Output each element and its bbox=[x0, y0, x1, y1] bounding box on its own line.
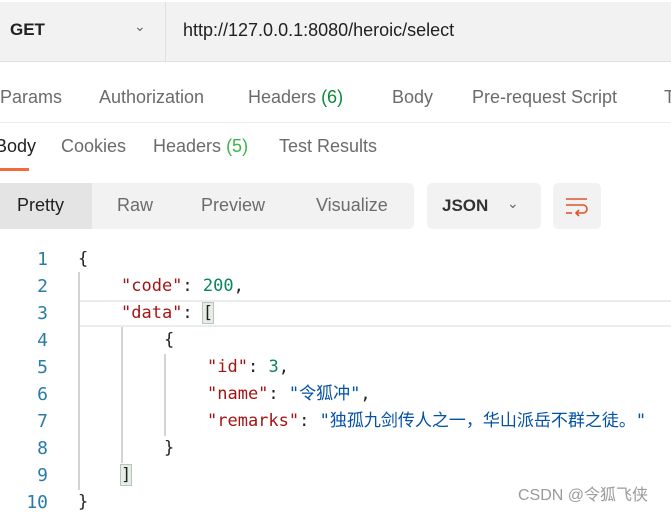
json-key: "code" bbox=[121, 276, 183, 296]
line-number: 5 bbox=[37, 357, 48, 378]
divider bbox=[165, 2, 166, 62]
response-tab-test-results[interactable]: Test Results bbox=[279, 136, 377, 157]
code-line: "id": 3, bbox=[207, 354, 289, 381]
json-punctuation: { bbox=[78, 249, 89, 269]
json-punctuation: , bbox=[278, 357, 289, 377]
method-select[interactable]: GET bbox=[10, 20, 45, 40]
tab-authorization[interactable]: Authorization bbox=[99, 87, 204, 108]
json-key: "id" bbox=[207, 357, 248, 377]
code-line: ] bbox=[119, 462, 133, 489]
code-line: } bbox=[78, 489, 88, 516]
json-number: 200 bbox=[202, 276, 234, 296]
json-punctuation: } bbox=[78, 492, 89, 512]
line-number: 4 bbox=[37, 330, 48, 351]
line-number: 7 bbox=[37, 411, 48, 432]
format-label: JSON bbox=[442, 196, 489, 215]
chevron-down-icon[interactable]: ⌄ bbox=[507, 195, 519, 212]
line-number: 9 bbox=[37, 465, 48, 486]
json-number: 3 bbox=[268, 357, 279, 377]
view-visualize-button[interactable]: Visualize bbox=[316, 195, 388, 216]
indent-guide bbox=[121, 327, 123, 463]
tab-label: Headers bbox=[153, 136, 222, 156]
divider bbox=[0, 122, 671, 123]
wrap-lines-icon bbox=[566, 198, 588, 217]
json-punctuation: ] bbox=[119, 464, 133, 486]
chevron-down-icon[interactable]: ⌄ bbox=[134, 18, 146, 35]
line-number: 3 bbox=[37, 303, 48, 324]
response-tab-cookies[interactable]: Cookies bbox=[61, 136, 126, 157]
json-string: "独孤九剑传人之一，华山派岳不群之徒。" bbox=[319, 411, 647, 431]
tab-params[interactable]: Params bbox=[0, 87, 62, 108]
tab-pre-request-script[interactable]: Pre-request Script bbox=[472, 87, 617, 108]
json-punctuation: } bbox=[164, 438, 175, 458]
json-punctuation: : bbox=[182, 303, 203, 323]
json-string: "令狐冲" bbox=[288, 384, 361, 404]
tab-tests[interactable]: T bbox=[664, 87, 671, 108]
response-tab-headers[interactable]: Headers (5) bbox=[153, 136, 248, 157]
headers-count: (6) bbox=[321, 87, 344, 107]
tab-body[interactable]: Body bbox=[392, 87, 433, 108]
line-number: 10 bbox=[26, 492, 48, 513]
code-line: { bbox=[78, 246, 88, 273]
tab-headers[interactable]: Headers (6) bbox=[248, 87, 343, 108]
active-tab-indicator bbox=[0, 168, 29, 171]
code-line: "code": 200, bbox=[121, 273, 244, 300]
json-key: "remarks" bbox=[207, 411, 300, 431]
response-tab-body[interactable]: Body bbox=[0, 136, 36, 157]
json-key: "data" bbox=[121, 303, 183, 323]
json-punctuation: { bbox=[164, 330, 175, 350]
json-punctuation: [ bbox=[201, 302, 215, 324]
code-line: { bbox=[164, 327, 174, 354]
code-line: "data": [ bbox=[121, 300, 215, 327]
json-punctuation: : bbox=[299, 411, 320, 431]
json-key: "name" bbox=[207, 384, 269, 404]
json-punctuation: , bbox=[360, 384, 371, 404]
json-punctuation: : bbox=[182, 276, 203, 296]
code-line: "name": "令狐冲", bbox=[207, 381, 371, 408]
json-punctuation: : bbox=[268, 384, 289, 404]
json-punctuation: : bbox=[247, 357, 269, 377]
url-input[interactable]: http://127.0.0.1:8080/heroic/select bbox=[183, 20, 454, 41]
json-punctuation: , bbox=[233, 276, 244, 296]
indent-guide bbox=[164, 354, 166, 436]
code-line: } bbox=[164, 435, 174, 462]
line-number: 1 bbox=[37, 249, 48, 270]
tab-label: Headers bbox=[248, 87, 317, 107]
watermark: CSDN @令狐飞侠 bbox=[518, 487, 649, 504]
view-pretty-button[interactable]: Pretty bbox=[17, 195, 64, 216]
wrap-lines-button[interactable] bbox=[553, 183, 601, 229]
view-preview-button[interactable]: Preview bbox=[201, 195, 265, 216]
code-line: "remarks": "独孤九剑传人之一，华山派岳不群之徒。" bbox=[207, 408, 646, 435]
view-raw-button[interactable]: Raw bbox=[117, 195, 153, 216]
headers-count: (5) bbox=[226, 136, 249, 156]
indent-guide bbox=[78, 272, 80, 490]
line-number: 6 bbox=[37, 384, 48, 405]
line-number: 2 bbox=[37, 276, 48, 297]
line-number: 8 bbox=[37, 438, 48, 459]
